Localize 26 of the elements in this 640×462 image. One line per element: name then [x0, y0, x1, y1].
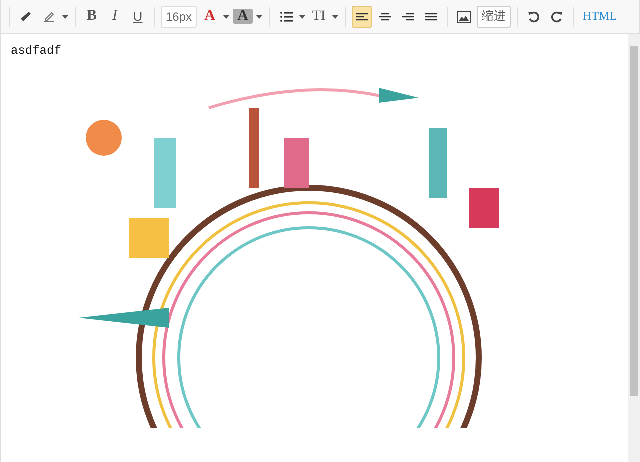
align-right-icon	[402, 10, 414, 22]
image-icon	[457, 10, 472, 22]
bold-button[interactable]: B	[82, 6, 102, 28]
caret-icon[interactable]	[223, 14, 230, 18]
font-size-button[interactable]: 16px	[161, 6, 198, 28]
list-icon	[280, 10, 293, 22]
toolbar-button[interactable]	[352, 6, 372, 28]
align-center-icon	[379, 10, 392, 22]
italic-button[interactable]: I	[105, 6, 125, 28]
undo-icon	[528, 10, 540, 22]
redo-icon	[551, 10, 564, 22]
font-color-button[interactable]: A	[200, 6, 220, 28]
indent-button[interactable]: 缩进	[477, 6, 512, 28]
caret-icon[interactable]	[256, 14, 264, 18]
eraser-icon	[20, 12, 32, 22]
justify-icon	[425, 10, 438, 22]
caret-icon[interactable]	[332, 14, 340, 18]
scrollbar[interactable]	[628, 34, 640, 462]
caret-icon[interactable]	[62, 14, 69, 18]
caret-icon[interactable]	[299, 14, 306, 18]
align-left-icon	[356, 10, 368, 22]
editor-text: asdfadf	[11, 44, 62, 58]
heading-button[interactable]: TI	[309, 6, 330, 28]
underline-button[interactable]: U	[128, 6, 148, 28]
pencil-icon	[43, 10, 55, 22]
background-color-button[interactable]: A	[233, 9, 254, 24]
